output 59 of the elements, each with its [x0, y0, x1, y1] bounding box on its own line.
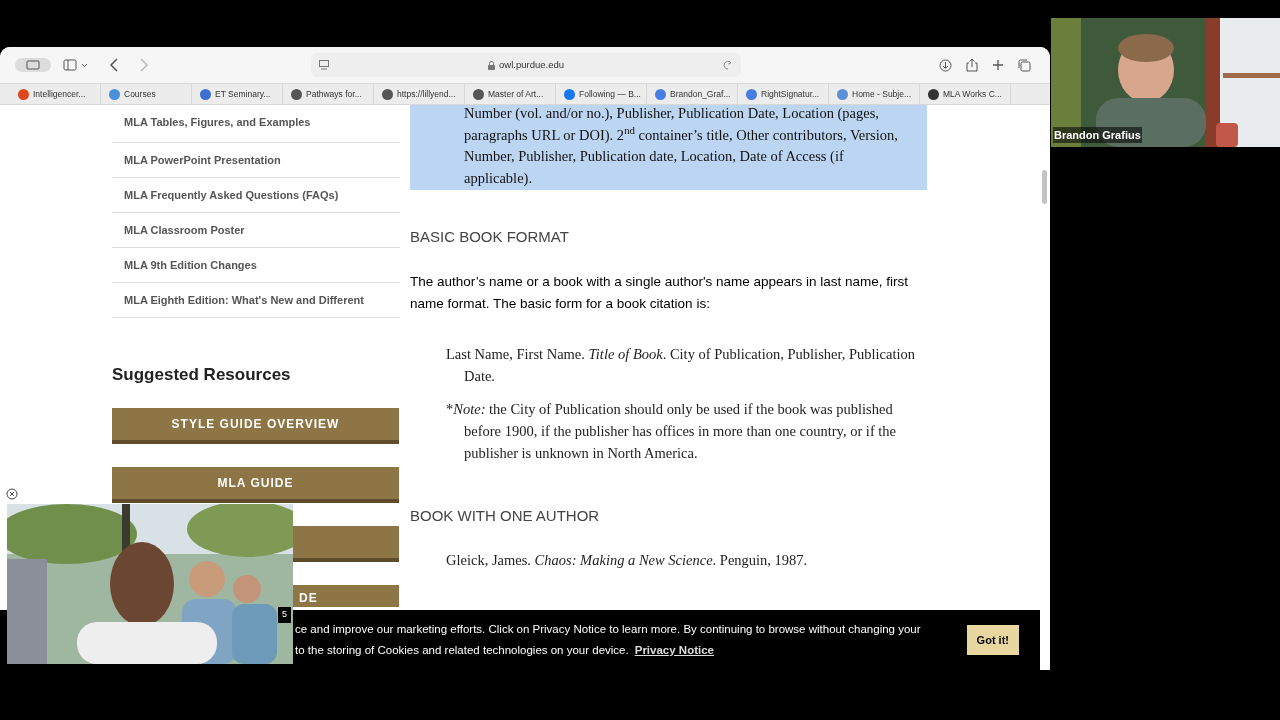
selected-text: Number (vol. and/or no.), Publisher, Publication Date, Location (pages, paragraphs URL or DOI). 2$^{nd}$ container’s title, Other contributors, Version, Number, Publisher, Publication date, Location, Date of Access (if applicable). [410, 105, 927, 190]
bookmark-item[interactable]: MLA Works C... [920, 84, 1011, 104]
back-icon[interactable] [109, 58, 119, 72]
resource-button[interactable]: DE [293, 584, 399, 607]
citation-text: Last Name, First Name. Title of Book. City of Publication, Publisher, Publication Date. [446, 344, 917, 386]
bookmark-item[interactable]: Following — B... [556, 84, 647, 104]
bookmark-label: https://lillyend... [397, 87, 456, 101]
got-it-button[interactable]: Got it! [966, 625, 1019, 655]
bookmark-item[interactable]: Pathways for... [283, 84, 374, 104]
lock-icon [488, 60, 495, 70]
sidebar-link[interactable]: MLA Frequently Asked Questions (FAQs) [112, 178, 400, 213]
bookmark-label: Intelligencer... [33, 87, 86, 101]
citation-text: Gleick, James. Chaos: Making a New Science. Penguin, 1987. [446, 551, 809, 570]
sidebar-link[interactable]: MLA PowerPoint Presentation [112, 143, 400, 178]
resource-button[interactable]: MLA GUIDE [112, 466, 399, 503]
bookmark-label: Master of Art... [488, 87, 544, 101]
bookmark-item[interactable]: https://lillyend... [374, 84, 465, 104]
cookie-text: to the storing of Cookies and related technologies on your device. [295, 643, 629, 658]
bookmark-item[interactable]: Brandon_Graf... [647, 84, 738, 104]
sidebar-link[interactable]: MLA Tables, Figures, and Examples [112, 105, 400, 143]
section-heading: BOOK WITH ONE AUTHOR [410, 505, 601, 526]
suggested-resources-title: Suggested Resources [112, 364, 292, 386]
bookmark-item[interactable]: Master of Art... [465, 84, 556, 104]
share-icon[interactable] [966, 58, 978, 72]
bookmark-label: Pathways for... [306, 87, 362, 101]
citation-text: *Note: the City of Publication should only be used if the book was published before 1900, if the publisher has offices in more than one country, or if the publisher is unknown in North America. [446, 399, 898, 463]
url-text: owl.purdue.edu [499, 57, 564, 72]
bookmark-label: Brandon_Graf... [670, 87, 731, 101]
sidebar-link[interactable]: MLA Eighth Edition: What's New and Different [112, 283, 400, 318]
sidebar-icon[interactable] [63, 59, 89, 71]
bookmark-label: Home - Subje... [852, 87, 912, 101]
paragraph: The author’s name or a book with a single author's name appears in last name, first name format. The basic form for a book citation is: [410, 272, 910, 313]
bookmark-item[interactable]: Courses [101, 84, 192, 104]
resource-button[interactable] [293, 525, 399, 562]
bookmark-item[interactable]: Home - Subje... [829, 84, 920, 104]
scrollbar [1042, 170, 1047, 204]
cookie-text: ce and improve our marketing efforts. Click on Privacy Notice to learn more. By continuing to browse without changing your [295, 621, 922, 637]
reader-icon [319, 60, 329, 70]
bookmark-label: RightSignatur... [761, 87, 820, 101]
address-bar[interactable]: owl.purdue.edu [311, 53, 741, 77]
section-heading: BASIC BOOK FORMAT [410, 227, 570, 247]
sidebar-link[interactable]: MLA Classroom Poster [112, 213, 400, 248]
privacy-notice-link[interactable]: Privacy Notice [634, 642, 714, 660]
bookmark-label: Courses [124, 87, 156, 101]
sidebar-link[interactable]: MLA 9th Edition Changes [112, 248, 400, 283]
bookmark-item[interactable]: Intelligencer... [10, 84, 101, 104]
bookmark-label: MLA Works C... [943, 87, 1002, 101]
bookmark-label: ET Seminary... [215, 87, 271, 101]
new-tab-icon[interactable] [992, 59, 1004, 71]
tab-overview-icon[interactable] [15, 58, 51, 72]
bookmark-item[interactable]: RightSignatur... [738, 84, 829, 104]
resource-button[interactable]: STYLE GUIDE OVERVIEW [112, 407, 399, 444]
bookmark-label: Following — B... [579, 87, 641, 101]
close-icon[interactable] [6, 488, 18, 500]
bookmark-item[interactable]: ET Seminary... [192, 84, 283, 104]
tabs-icon[interactable] [1018, 58, 1031, 72]
participant-name: Brandon Grafius [1053, 126, 1142, 143]
download-icon[interactable] [939, 58, 952, 72]
reload-icon[interactable] [723, 60, 733, 70]
